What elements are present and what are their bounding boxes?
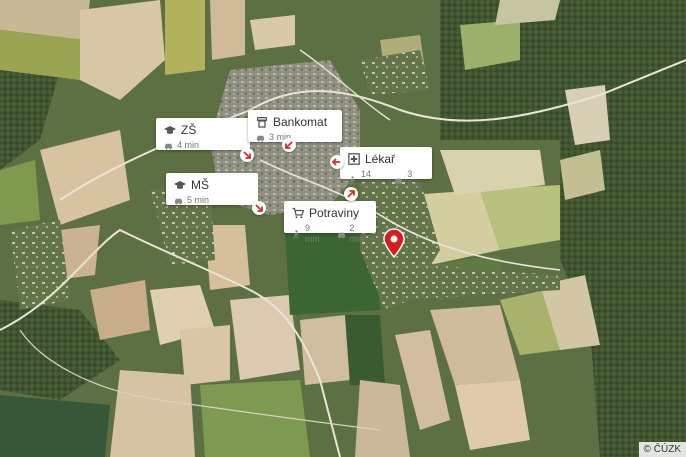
school-icon <box>164 124 176 136</box>
field <box>110 370 195 457</box>
car-icon <box>256 133 265 142</box>
doctor-icon <box>348 153 360 165</box>
poi-label: ZŠ <box>181 123 197 137</box>
poi-time-car: 5 min <box>187 195 210 205</box>
school-icon <box>174 179 186 191</box>
poi-callout-ms[interactable]: MŠ 5 min <box>166 173 258 205</box>
poi-time-car: 4 min <box>177 140 200 150</box>
field <box>165 0 205 75</box>
field <box>230 295 300 380</box>
poi-direction-marker-potraviny[interactable] <box>344 187 358 201</box>
forest-area <box>440 0 686 140</box>
cart-icon <box>292 207 305 219</box>
atm-icon <box>256 116 268 128</box>
car-icon <box>337 230 346 239</box>
car-icon <box>164 141 173 150</box>
field <box>0 160 40 225</box>
poi-time-car: 3 min <box>407 169 422 190</box>
town-area <box>10 220 70 310</box>
poi-direction-marker-bankomat[interactable] <box>282 138 296 152</box>
poi-callout-zs[interactable]: ZŠ 4 min <box>156 118 250 150</box>
poi-direction-marker-ms[interactable] <box>252 201 266 215</box>
poi-direction-marker-lekar[interactable] <box>330 155 344 169</box>
field <box>345 315 385 385</box>
poi-time-walk: 14 min <box>361 169 376 190</box>
walk-icon <box>348 175 357 185</box>
map-attribution: © ČÚZK <box>638 442 686 457</box>
field <box>0 395 110 457</box>
field <box>210 0 245 60</box>
field <box>90 280 150 340</box>
poi-label: MŠ <box>191 178 209 192</box>
poi-label: Lékař <box>365 152 396 166</box>
location-pin-icon[interactable] <box>382 228 406 263</box>
car-icon <box>394 176 403 185</box>
poi-direction-marker-zs[interactable] <box>240 148 254 162</box>
poi-label: Bankomat <box>273 115 328 129</box>
poi-label: Potraviny <box>309 206 360 220</box>
poi-callout-potraviny[interactable]: Potraviny 9 min 2 min <box>284 201 376 244</box>
car-icon <box>174 196 183 205</box>
poi-time-walk: 9 min <box>305 223 320 244</box>
field <box>250 15 295 50</box>
poi-callout-lekar[interactable]: Lékař 14 min 3 min <box>340 147 432 190</box>
walk-icon <box>292 229 301 239</box>
poi-time-car: 2 min <box>349 223 365 244</box>
